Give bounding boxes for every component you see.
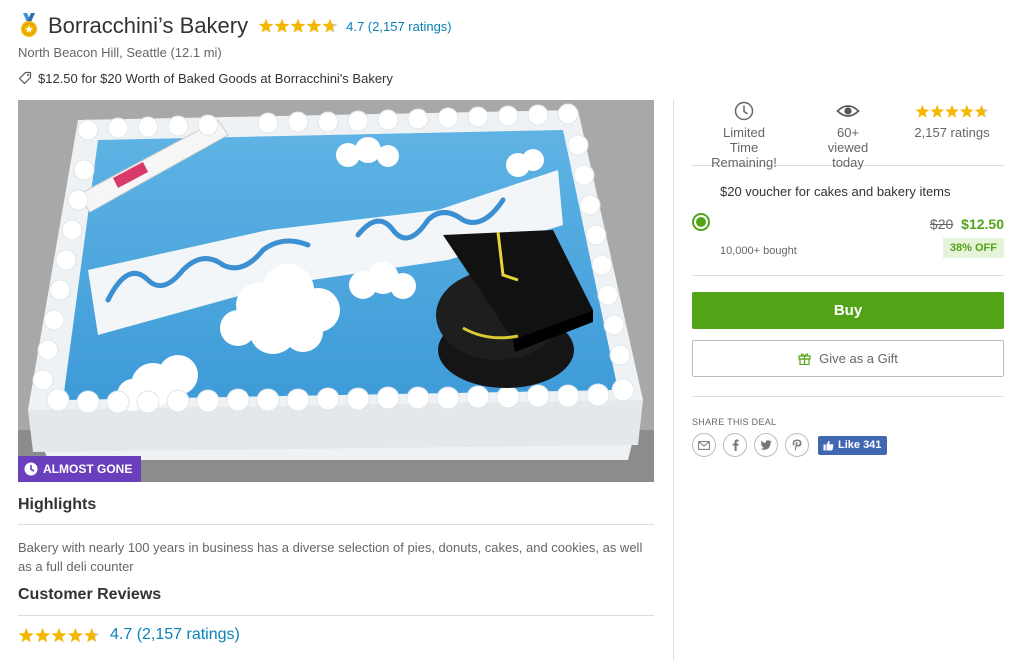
location-text: North Beacon Hill, Seattle (12.1 mi) [18, 45, 222, 60]
share-buttons: Like 341 [692, 433, 888, 457]
facebook-like-button[interactable]: Like 341 [818, 435, 888, 455]
ratings-count-label: 2,157 ratings [914, 125, 990, 140]
gift-icon [798, 353, 811, 365]
highlights-heading: Highlights [18, 496, 97, 513]
share-label: SHARE THIS DEAL [692, 417, 777, 427]
star-icon [274, 18, 290, 33]
like-count: Like 341 [838, 439, 882, 451]
discount-badge: 38% OFF [942, 238, 1004, 258]
tag-icon [18, 71, 32, 85]
facebook-icon [732, 439, 739, 451]
customer-reviews-heading: Customer Reviews [18, 586, 162, 603]
viewed-label: 60+ viewed today [827, 125, 869, 170]
twitter-icon [760, 440, 772, 450]
buy-button[interactable]: Buy [692, 292, 1004, 329]
star-rating [18, 627, 100, 644]
star-icon [67, 627, 84, 642]
bought-count: 10,000+ bought [720, 245, 797, 257]
thumbs-up-icon [823, 440, 834, 450]
deal-line-text: $12.50 for $20 Worth of Baked Goods at B… [38, 70, 393, 86]
original-price: $20 [929, 216, 954, 232]
clock-icon [24, 462, 38, 476]
deal-photo[interactable]: ALMOST GONE [18, 100, 654, 482]
star-icon [974, 104, 989, 118]
almost-gone-label: ALMOST GONE [43, 462, 133, 476]
star-icon [34, 627, 51, 642]
divider [18, 615, 654, 616]
stat-viewed: 60+ viewed today [796, 100, 900, 170]
column-divider [673, 100, 674, 660]
star-icon [258, 18, 274, 33]
voucher-radio[interactable] [692, 213, 710, 231]
medal-icon [21, 13, 37, 37]
give-as-gift-button[interactable]: Give as a Gift [692, 340, 1004, 377]
stat-limited-time: Limited Time Remaining! [692, 100, 796, 170]
almost-gone-badge: ALMOST GONE [18, 456, 142, 482]
star-icon [258, 18, 338, 33]
star-icon [915, 104, 989, 118]
deal-stats: Limited Time Remaining! 60+ viewed today… [692, 100, 1004, 170]
star-rating [915, 104, 989, 119]
limited-time-label: Limited Time Remaining! [711, 125, 777, 170]
divider [692, 396, 1004, 397]
title-row: Borracchini’s Bakery 4.7 (2,157 ratings) [18, 10, 658, 42]
star-icon [306, 18, 322, 33]
star-icon [915, 104, 930, 118]
reviews-rating-row: 4.7 (2,157 ratings) [18, 626, 240, 644]
divider [18, 524, 654, 525]
share-email-button[interactable] [692, 433, 716, 457]
star-icon [84, 627, 100, 642]
voucher-title: $20 voucher for cakes and bakery items [720, 184, 951, 199]
star-icon [18, 627, 100, 642]
voucher-option[interactable]: $20 voucher for cakes and bakery items $… [692, 166, 1004, 276]
star-icon [290, 18, 306, 33]
star-icon [18, 627, 34, 642]
sale-price: $12.50 [961, 216, 1004, 232]
eye-icon [836, 105, 860, 117]
star-icon [945, 104, 959, 118]
deal-line: $12.50 for $20 Worth of Baked Goods at B… [18, 69, 658, 87]
ratings-link[interactable]: 4.7 (2,157 ratings) [346, 19, 452, 34]
clock-icon [734, 101, 754, 121]
pinterest-icon [792, 439, 802, 451]
page-title: Borracchini’s Bakery [48, 13, 249, 38]
star-icon [959, 104, 974, 118]
cake-image [18, 100, 654, 482]
gift-label: Give as a Gift [819, 351, 898, 366]
deal-header: Borracchini’s Bakery 4.7 (2,157 ratings)… [18, 10, 658, 87]
stat-ratings: 2,157 ratings [900, 100, 1004, 165]
mail-icon [698, 440, 710, 450]
share-facebook-button[interactable] [723, 433, 747, 457]
star-icon [322, 18, 338, 33]
highlights-text: Bakery with nearly 100 years in business… [18, 540, 643, 574]
share-twitter-button[interactable] [754, 433, 778, 457]
star-rating [258, 18, 338, 34]
star-icon [930, 104, 945, 118]
share-pinterest-button[interactable] [785, 433, 809, 457]
reviews-ratings-link[interactable]: 4.7 (2,157 ratings) [110, 626, 240, 644]
star-icon [51, 627, 67, 642]
price-row: $20 $12.50 [930, 216, 1004, 232]
